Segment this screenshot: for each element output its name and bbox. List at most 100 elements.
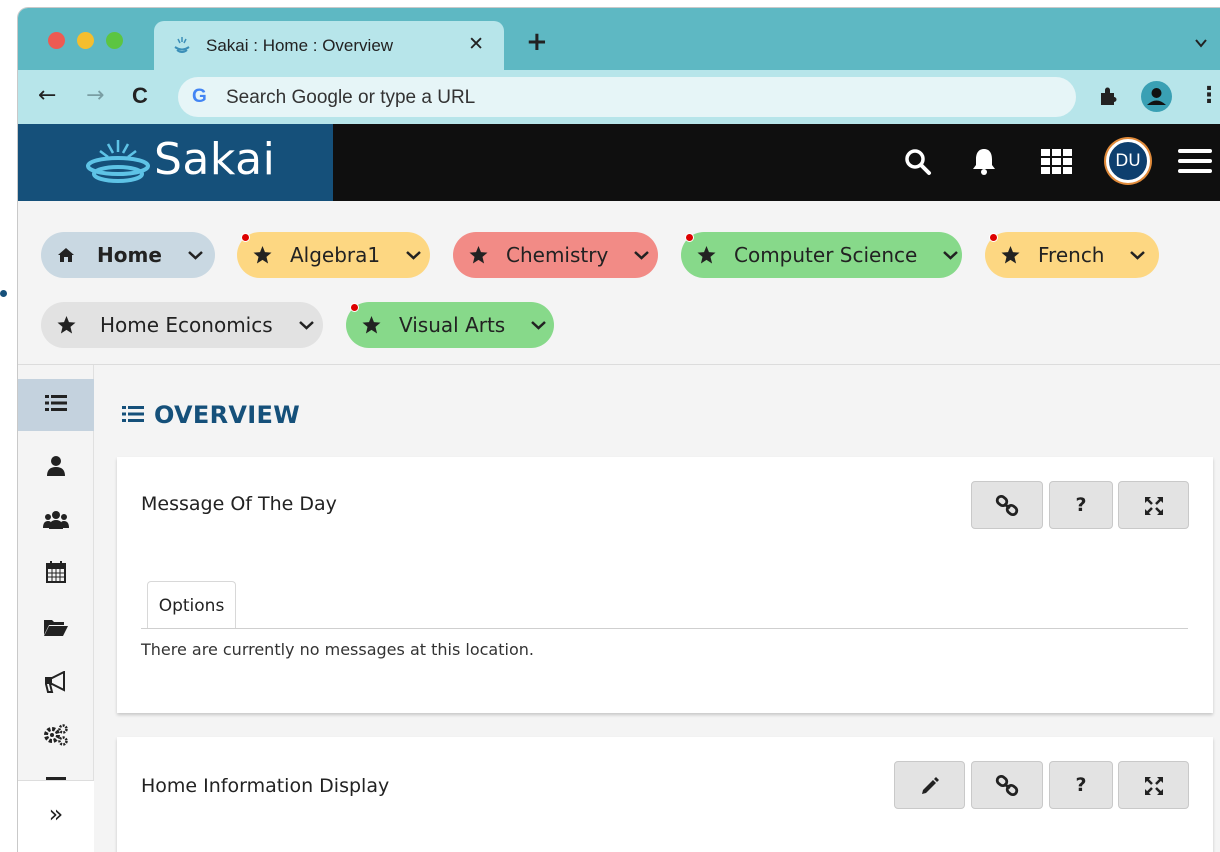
site-pill-label: Computer Science — [734, 243, 918, 267]
tool-calendar[interactable] — [18, 547, 94, 599]
forward-button[interactable]: → — [86, 82, 104, 110]
cogs-icon — [44, 724, 68, 746]
tool-sidebar — [18, 365, 94, 852]
hamburger-menu-icon[interactable] — [1178, 149, 1212, 175]
site-pill-label: Chemistry — [506, 243, 609, 267]
minimize-window-button[interactable] — [77, 32, 94, 49]
edit-button[interactable] — [894, 761, 965, 809]
empty-message: There are currently no messages at this … — [141, 640, 534, 659]
chevron-down-icon — [1130, 251, 1146, 260]
new-tab-button[interactable]: + — [526, 29, 548, 55]
star-icon — [469, 246, 488, 264]
tab-title: Sakai : Home : Overview — [206, 36, 394, 55]
page-title-text: OVERVIEW — [154, 401, 300, 429]
options-tab[interactable]: Options — [147, 581, 236, 629]
close-window-button[interactable] — [48, 32, 65, 49]
site-pill-algebra1[interactable]: Algebra1 — [237, 232, 430, 278]
zoom-window-button[interactable] — [106, 32, 123, 49]
star-icon — [362, 316, 381, 334]
link-button[interactable] — [971, 481, 1043, 529]
alert-dot — [685, 233, 694, 242]
chevron-down-icon[interactable] — [1194, 36, 1208, 50]
site-pill-label: Home — [97, 243, 162, 267]
apps-grid-icon[interactable] — [1041, 149, 1073, 175]
users-icon — [43, 511, 69, 529]
chevron-down-icon — [634, 251, 650, 260]
card-title: Home Information Display — [141, 775, 390, 797]
site-pill-label: French — [1038, 243, 1105, 267]
google-icon: G — [192, 86, 207, 107]
site-pill-label: Home Economics — [100, 313, 273, 337]
user-avatar[interactable]: DU — [1106, 139, 1150, 183]
address-bar[interactable]: G Search Google or type a URL — [178, 77, 1076, 117]
browser-tab[interactable]: Sakai : Home : Overview ✕ — [154, 21, 504, 70]
chevron-down-icon — [406, 251, 421, 260]
user-icon — [47, 456, 65, 476]
link-icon — [995, 774, 1019, 796]
tool-profile[interactable] — [18, 440, 94, 492]
chevron-down-icon — [298, 321, 314, 330]
close-tab-icon[interactable]: ✕ — [468, 33, 484, 55]
site-pill-label: Algebra1 — [290, 243, 381, 267]
sakai-favicon-icon — [174, 37, 190, 53]
list-icon — [122, 406, 144, 422]
site-pill-french[interactable]: French — [985, 232, 1159, 278]
desktop-dot — [0, 290, 7, 297]
site-pill-computer-science[interactable]: Computer Science — [681, 232, 962, 278]
extensions-puzzle-icon[interactable] — [1098, 85, 1120, 107]
card-title: Message Of The Day — [141, 493, 337, 515]
pencil-icon — [921, 776, 939, 794]
tool-more[interactable] — [18, 763, 94, 781]
site-navigation: Home Algebra1 Chemistry Computer Science… — [18, 201, 1220, 365]
tool-site-info[interactable] — [18, 709, 94, 761]
browser-tab-strip: Sakai : Home : Overview ✕ + — [18, 8, 1220, 70]
expand-icon — [1144, 776, 1163, 795]
maximize-button[interactable] — [1118, 761, 1189, 809]
browser-toolbar: ← → C G Search Google or type a URL ⋮ — [18, 70, 1220, 124]
sakai-header: Sakai DU — [18, 124, 1220, 201]
alert-dot — [350, 303, 359, 312]
site-pill-chemistry[interactable]: Chemistry — [453, 232, 658, 278]
site-pill-home-economics[interactable]: Home Economics — [41, 302, 323, 348]
star-icon — [57, 316, 76, 334]
alert-dot — [989, 233, 998, 242]
maximize-button[interactable] — [1118, 481, 1189, 529]
site-pill-label: Visual Arts — [399, 313, 506, 337]
tab-divider — [141, 628, 1188, 629]
site-pill-visual-arts[interactable]: Visual Arts — [346, 302, 554, 348]
page-title: OVERVIEW — [122, 401, 300, 429]
help-button[interactable]: ? — [1049, 761, 1113, 809]
collapse-sidebar-button[interactable]: » — [18, 780, 94, 852]
sakai-logo[interactable]: Sakai — [18, 124, 333, 201]
main-content: OVERVIEW Message Of The Day ? Options Th… — [94, 365, 1220, 852]
help-button[interactable]: ? — [1049, 481, 1113, 529]
message-of-the-day-card: Message Of The Day ? Options There are c… — [117, 457, 1213, 713]
profile-icon[interactable] — [1141, 81, 1172, 112]
alert-dot — [241, 233, 250, 242]
link-icon — [995, 494, 1019, 516]
calendar-icon — [46, 561, 66, 583]
address-placeholder: Search Google or type a URL — [226, 87, 476, 108]
sakai-logo-text: Sakai — [154, 134, 276, 185]
chevron-down-icon — [188, 251, 203, 260]
browser-menu-icon[interactable]: ⋮ — [1198, 84, 1220, 108]
star-icon — [697, 246, 716, 264]
site-pill-home[interactable]: Home — [41, 232, 215, 278]
folder-open-icon — [44, 620, 68, 636]
bell-icon[interactable] — [970, 146, 998, 176]
tool-announcements[interactable] — [18, 655, 94, 707]
search-icon[interactable] — [904, 148, 932, 176]
list-icon — [45, 395, 67, 411]
chevron-down-icon — [943, 251, 959, 260]
link-button[interactable] — [971, 761, 1043, 809]
expand-icon — [1144, 496, 1163, 515]
tool-resources[interactable] — [18, 601, 94, 653]
home-icon — [58, 248, 74, 262]
tool-roster[interactable] — [18, 493, 94, 545]
star-icon — [1001, 246, 1020, 264]
reload-button[interactable]: C — [132, 82, 148, 110]
back-button[interactable]: ← — [38, 82, 56, 110]
star-icon — [253, 246, 272, 264]
home-information-display-card: Home Information Display ? — [117, 737, 1213, 852]
tool-overview[interactable] — [18, 379, 94, 431]
